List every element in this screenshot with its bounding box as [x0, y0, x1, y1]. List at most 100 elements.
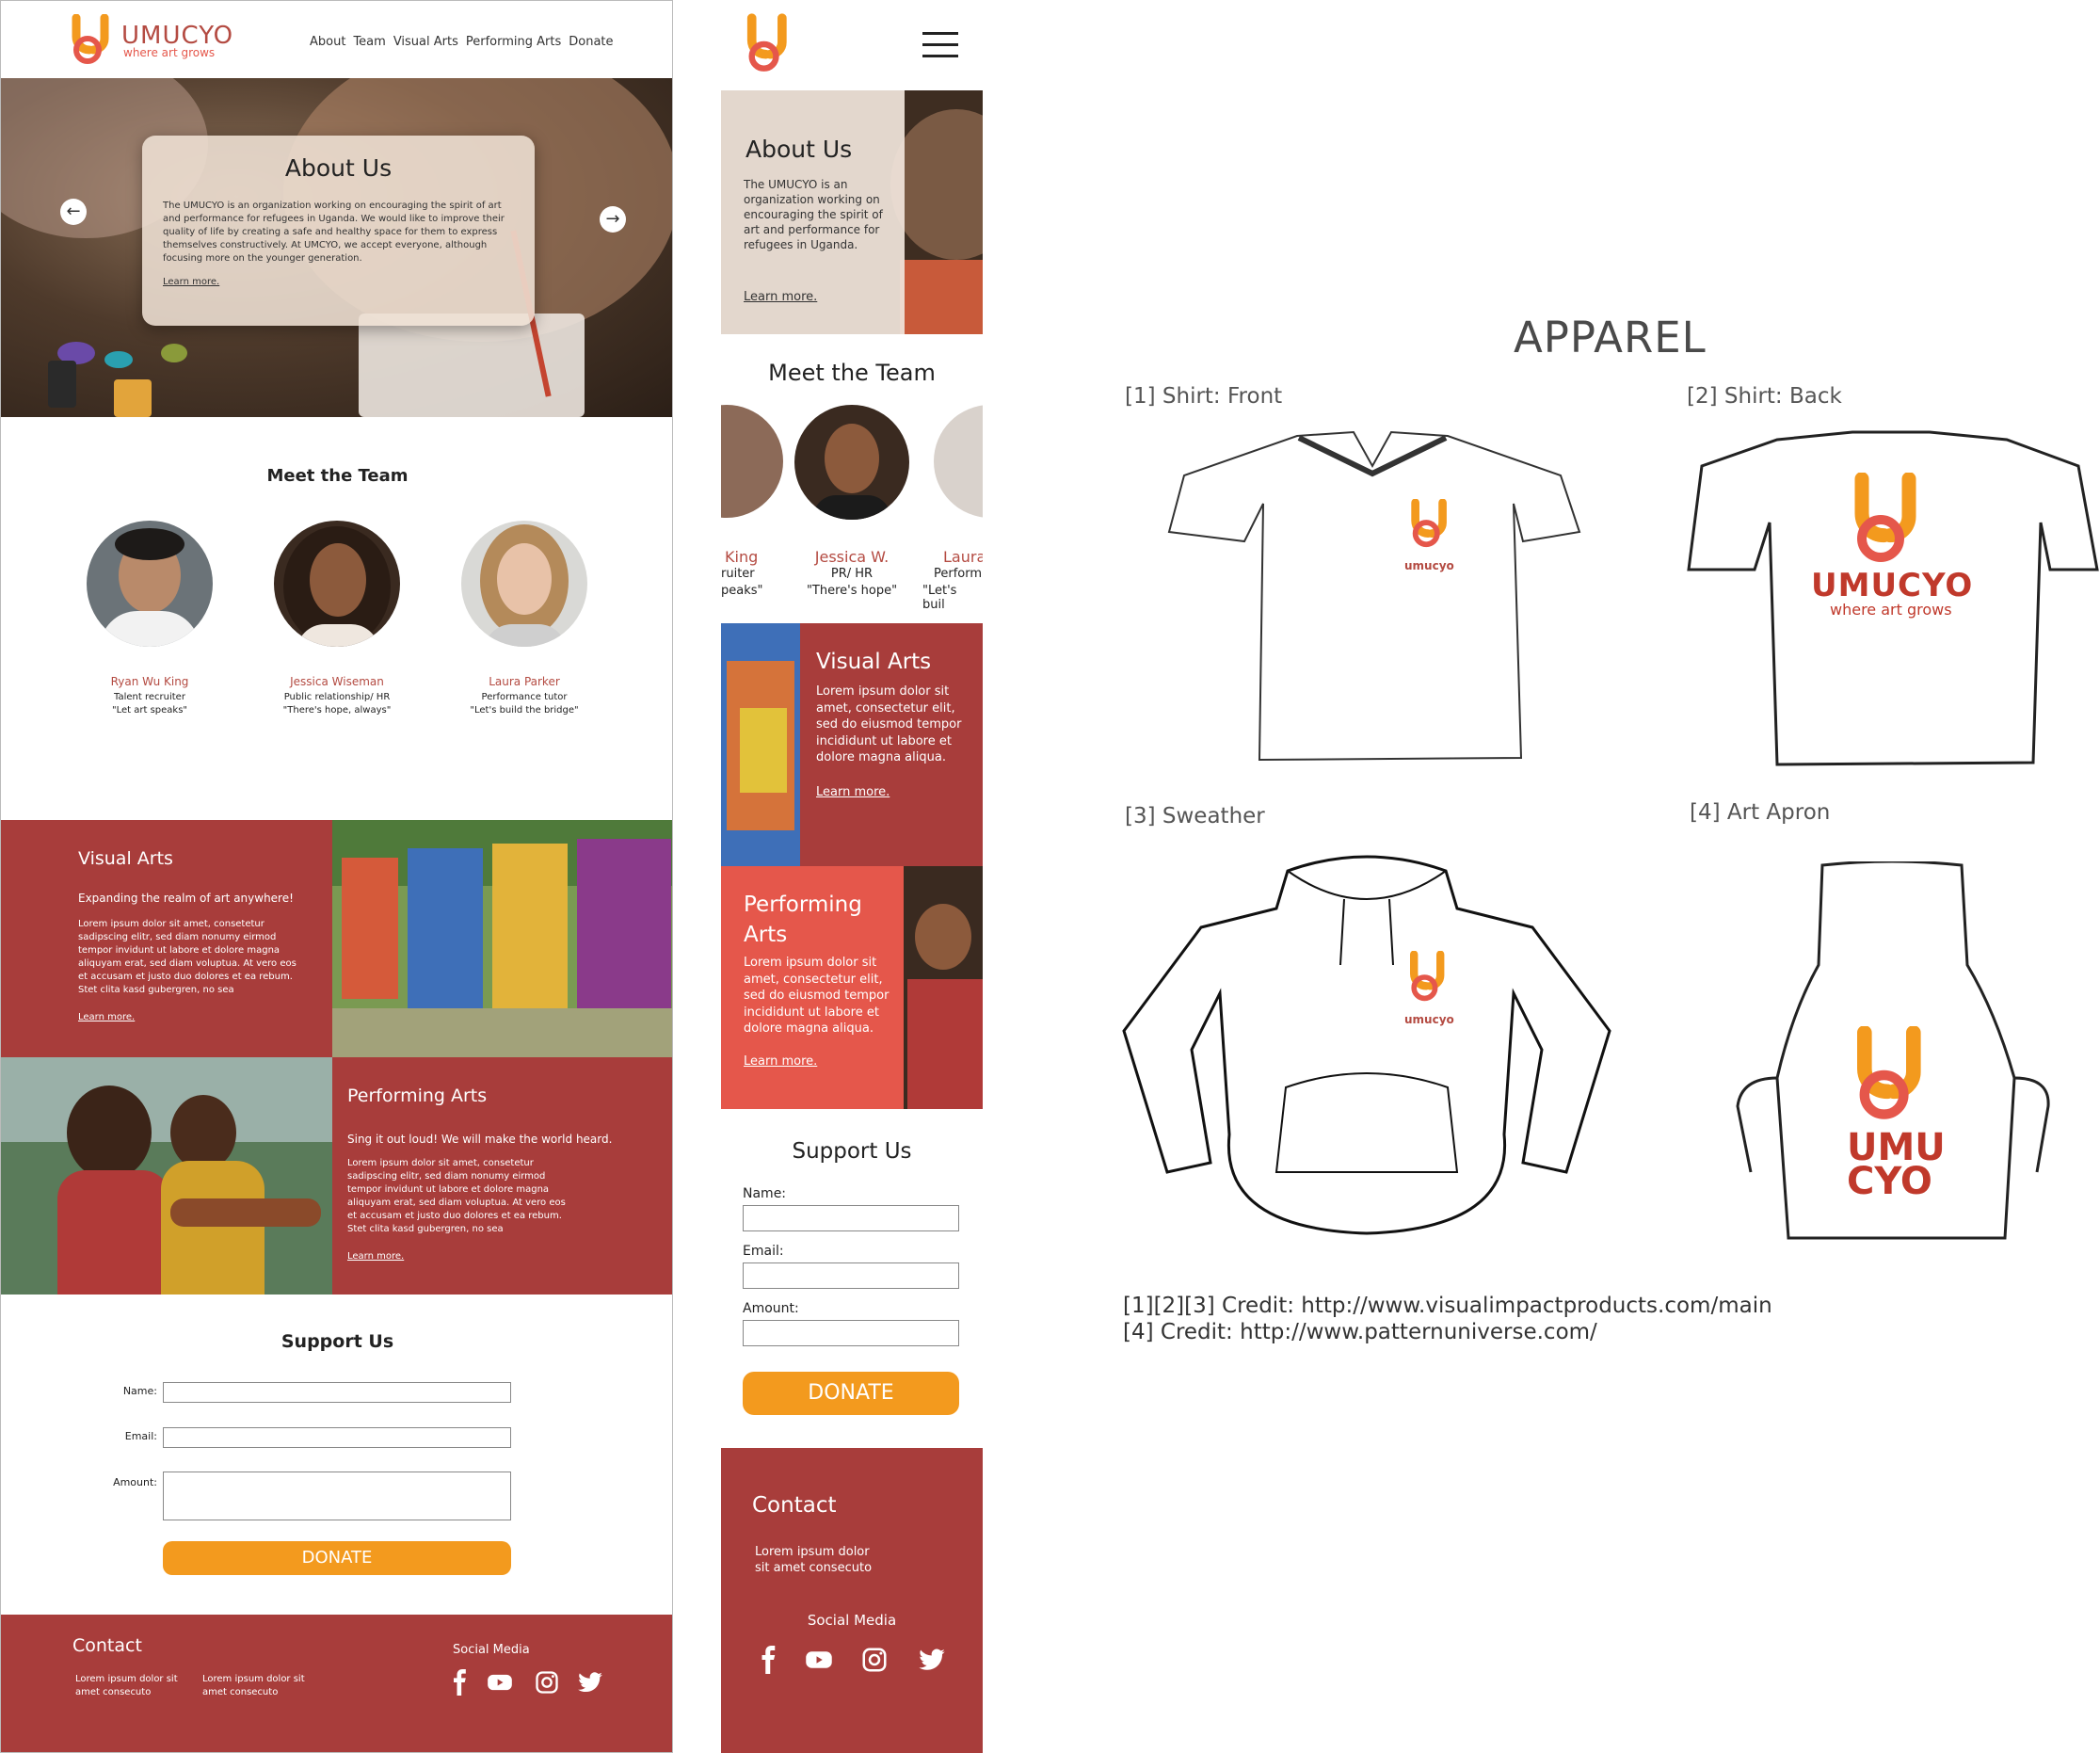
facebook-icon[interactable] — [447, 1669, 473, 1696]
shirt-shape — [161, 1161, 265, 1295]
twitter-icon[interactable] — [577, 1669, 603, 1696]
donate-button[interactable]: DONATE — [163, 1541, 511, 1575]
avatar[interactable] — [721, 405, 783, 518]
instagram-icon[interactable] — [860, 1646, 889, 1674]
sweater-illustration — [1122, 855, 1611, 1235]
shirt-front-illustration — [1167, 430, 1581, 762]
shirt-back-tagline: where art grows — [1830, 601, 1952, 619]
mobile-performing-arts-section: Performing Arts Lorem ipsum dolor sit am… — [721, 866, 983, 1109]
team-title: Meet the Team — [266, 466, 409, 486]
hair-shape — [115, 528, 184, 560]
avatar[interactable] — [461, 521, 587, 647]
shirt-back-brand-text: UMUCYO — [1811, 567, 1974, 604]
contact-text: Lorem ipsum dolor sit amet consecuto — [755, 1545, 873, 1575]
avatar[interactable] — [87, 521, 213, 647]
painted-box — [577, 839, 671, 1018]
avatar[interactable] — [794, 405, 909, 520]
performing-arts-photo — [1, 1057, 332, 1295]
performing-arts-title-line1: Performing — [744, 893, 862, 917]
shirt-front-brand-text: umucyo — [1404, 559, 1454, 572]
member-name: Laura Parker — [489, 675, 560, 688]
about-learn-more-link[interactable]: Learn more. — [163, 277, 219, 287]
umucyo-logo-icon[interactable] — [742, 13, 798, 75]
name-input[interactable] — [743, 1205, 959, 1231]
member-name: King — [725, 548, 759, 566]
member-role: Perform — [934, 567, 983, 581]
amount-input[interactable] — [163, 1472, 511, 1520]
painted-box — [342, 858, 398, 999]
paint-spot — [104, 351, 133, 368]
hamburger-menu-icon[interactable] — [922, 32, 958, 57]
performing-arts-subtitle: Sing it out loud! We will make the world… — [347, 1133, 613, 1146]
member-role: PR/ HR — [830, 567, 874, 581]
email-label: Email: — [743, 1244, 784, 1259]
member-role: Public relationship/ HR — [283, 692, 391, 702]
sky-shape — [1, 1057, 332, 1142]
visual-arts-learn-more-link[interactable]: Learn more. — [78, 1012, 135, 1022]
painted-box — [740, 708, 787, 793]
facebook-icon[interactable] — [755, 1646, 783, 1674]
nav-team[interactable]: Team — [353, 35, 385, 49]
apparel-label: [1] Shirt: Front — [1125, 384, 1283, 409]
member-name: Laura — [943, 548, 983, 566]
credit-line: [1][2][3] Credit: http://www.visualimpac… — [1123, 1294, 1772, 1318]
about-title: About Us — [745, 136, 853, 163]
nav-performing-arts[interactable]: Performing Arts — [466, 35, 561, 49]
visual-arts-title: Visual Arts — [816, 650, 932, 674]
contact-text: Lorem ipsum dolor sit amet consecuto — [75, 1674, 178, 1697]
about-learn-more-link[interactable]: Learn more. — [744, 290, 817, 304]
paint-spot — [161, 344, 187, 362]
performing-arts-section: Performing Arts Sing it out loud! We wil… — [332, 1057, 672, 1295]
instagram-icon[interactable] — [534, 1669, 560, 1696]
visual-arts-title: Visual Arts — [78, 848, 173, 869]
shirt-shape — [484, 624, 567, 647]
nav-visual-arts[interactable]: Visual Arts — [393, 35, 458, 49]
avatar[interactable] — [274, 521, 400, 647]
support-title: Support Us — [281, 1331, 394, 1352]
performing-arts-learn-more-link[interactable]: Learn more. — [347, 1251, 404, 1262]
support-title: Support Us — [792, 1139, 912, 1164]
about-text: The UMUCYO is an organization working on… — [744, 178, 883, 251]
donate-button[interactable]: DONATE — [743, 1372, 959, 1415]
visual-arts-learn-more-link[interactable]: Learn more. — [816, 785, 890, 799]
shirt-shape — [100, 611, 200, 647]
avatar[interactable] — [934, 405, 983, 518]
umucyo-logo-icon — [1854, 473, 1916, 562]
face-shape — [825, 424, 879, 493]
person-shape — [67, 1086, 152, 1180]
contact-title: Contact — [72, 1635, 142, 1656]
umucyo-logo-icon — [1411, 499, 1447, 548]
name-label: Name: — [743, 1186, 787, 1201]
nav-donate[interactable]: Donate — [569, 35, 613, 49]
umucyo-logo-icon[interactable] — [67, 14, 120, 67]
mobile-mockup: About Us The UMUCYO is an organization w… — [721, 0, 983, 1753]
about-text: The UMUCYO is an organization working on… — [163, 201, 505, 264]
hero-paper-shape — [359, 314, 585, 417]
credit-line: [4] Credit: http://www.patternuniverse.c… — [1123, 1320, 1597, 1344]
umucyo-logo-icon — [1410, 951, 1445, 1002]
amount-input[interactable] — [743, 1320, 959, 1346]
email-input[interactable] — [743, 1262, 959, 1289]
email-input[interactable] — [163, 1427, 511, 1448]
shirt-shape — [57, 1170, 170, 1295]
twitter-icon[interactable] — [917, 1646, 947, 1674]
amount-label: Amount: — [113, 1476, 157, 1488]
youtube-icon[interactable] — [487, 1669, 513, 1696]
nav-about[interactable]: About — [310, 35, 345, 49]
performing-arts-learn-more-link[interactable]: Learn more. — [744, 1054, 817, 1069]
member-name: Jessica Wiseman — [290, 675, 384, 688]
mobile-hero: About Us The UMUCYO is an organization w… — [721, 90, 983, 334]
team-title: Meet the Team — [768, 360, 936, 386]
carousel-prev-arrow-icon[interactable]: ← — [60, 199, 87, 225]
mobile-footer: Contact Lorem ipsum dolor sit amet conse… — [721, 1448, 983, 1753]
paint-jar — [114, 379, 152, 417]
shirt-shape — [813, 495, 890, 520]
apparel-label: [3] Sweather — [1125, 804, 1265, 828]
member-role: Performance tutor — [481, 692, 568, 702]
member-name: Ryan Wu King — [110, 675, 189, 688]
carousel-next-arrow-icon[interactable]: → — [600, 206, 626, 233]
name-input[interactable] — [163, 1382, 511, 1403]
visual-arts-photo — [721, 623, 800, 866]
member-quote: "There's hope" — [806, 584, 898, 598]
youtube-icon[interactable] — [802, 1646, 836, 1674]
